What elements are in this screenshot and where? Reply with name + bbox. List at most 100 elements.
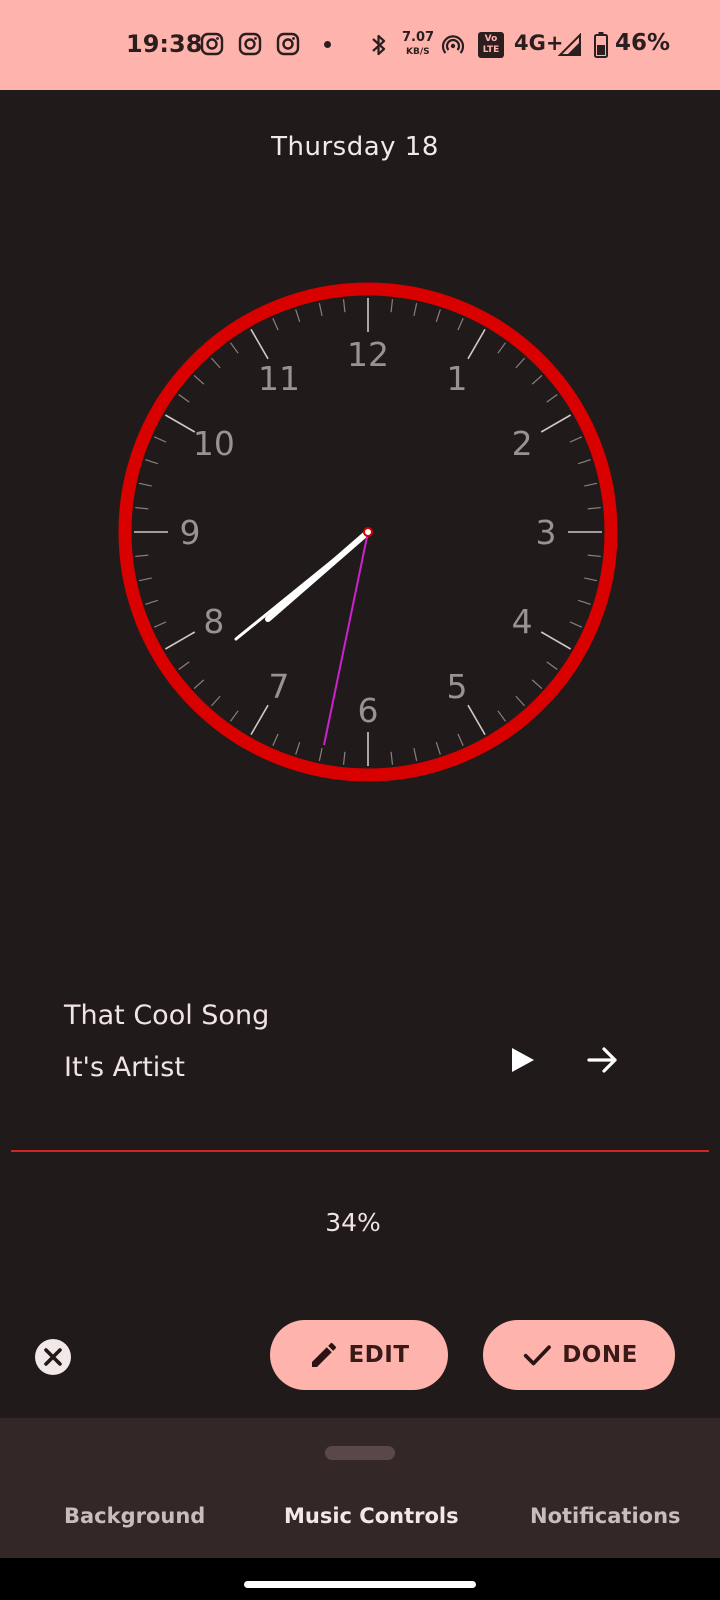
minute-tick [515, 357, 526, 369]
minute-tick [178, 661, 190, 671]
minute-tick [193, 374, 205, 385]
minute-tick [390, 299, 394, 313]
minute-tick [546, 661, 558, 671]
tab-background[interactable]: Background [64, 1504, 205, 1528]
minute-tick [435, 309, 441, 323]
instagram-icon [200, 32, 224, 56]
hour-tick [164, 414, 196, 433]
instagram-icon [238, 32, 262, 56]
clock-number: 3 [536, 513, 557, 552]
done-button[interactable]: DONE [483, 1320, 675, 1390]
battery-percent: 46% [615, 30, 671, 56]
song-title: That Cool Song [64, 1000, 270, 1031]
minute-tick [577, 599, 591, 605]
edit-button[interactable]: EDIT [270, 1320, 448, 1390]
net-speed-unit: KB/S [406, 47, 430, 57]
hour-tick [540, 414, 572, 433]
clock-number: 7 [269, 667, 290, 706]
pencil-icon [312, 1342, 337, 1367]
minute-tick [318, 302, 323, 316]
minute-tick [569, 621, 583, 628]
hour-tick [164, 631, 196, 650]
play-icon[interactable] [506, 1044, 538, 1076]
tab-music-controls[interactable]: Music Controls [284, 1504, 459, 1528]
hour-tick [250, 704, 269, 736]
minute-tick [497, 342, 507, 354]
volte-top-text: Vo [484, 34, 498, 44]
clock-number: 8 [203, 602, 224, 641]
minute-tick [178, 393, 190, 403]
clock-number: 2 [512, 424, 533, 463]
clock-number: 12 [347, 335, 389, 374]
minute-tick [138, 482, 152, 487]
check-icon [524, 1345, 552, 1366]
status-time: 19:38 [126, 30, 203, 58]
minute-tick [342, 751, 346, 765]
drag-handle[interactable] [325, 1446, 395, 1460]
bluetooth-icon [372, 34, 386, 56]
minute-tick [413, 748, 418, 762]
minute-tick [135, 506, 149, 510]
minute-tick [577, 459, 591, 465]
minute-tick [135, 554, 149, 558]
minute-tick [295, 309, 301, 323]
network-type: 4G+ [514, 31, 564, 55]
minute-tick [457, 317, 464, 331]
song-artist: It's Artist [64, 1052, 185, 1083]
clock-number: 11 [258, 359, 300, 398]
instagram-icon [276, 32, 300, 56]
clock-number: 10 [193, 424, 235, 463]
minute-tick [569, 436, 583, 443]
minute-tick [210, 695, 221, 707]
minute-tick [318, 748, 323, 762]
hour-tick [467, 704, 486, 736]
volte-icon: Vo LTE [478, 32, 504, 58]
minute-tick [193, 679, 205, 690]
minute-tick [584, 482, 598, 487]
close-icon [44, 1348, 62, 1366]
arrow-right-icon[interactable] [585, 1042, 621, 1078]
minute-tick [342, 299, 346, 313]
minute-tick [497, 710, 507, 722]
clock-number: 4 [512, 602, 533, 641]
dot-icon [324, 41, 331, 48]
minute-tick [584, 577, 598, 582]
battery-icon [594, 32, 608, 58]
edit-label: EDIT [348, 1342, 410, 1368]
net-speed-value: 7.07 [402, 30, 435, 45]
minute-tick [587, 554, 601, 558]
minute-tick [153, 621, 167, 628]
minute-tick [138, 577, 152, 582]
minute-tick [531, 679, 543, 690]
volte-bottom-text: LTE [482, 45, 500, 55]
close-button[interactable] [35, 1339, 71, 1375]
minute-tick [457, 733, 464, 747]
done-label: DONE [562, 1342, 638, 1368]
minute-tick [435, 741, 441, 755]
tab-notifications[interactable]: Notifications [530, 1504, 681, 1528]
navigation-bar [0, 1558, 720, 1600]
bottom-sheet: Background Music Controls Notifications [0, 1418, 720, 1558]
minute-tick [531, 374, 543, 385]
minute-tick [515, 695, 526, 707]
hour-tick [467, 328, 486, 360]
minute-tick [145, 459, 159, 465]
signal-icon [558, 33, 581, 56]
hour-tick [540, 631, 572, 650]
clock-number: 9 [180, 513, 201, 552]
minute-tick [153, 436, 167, 443]
minute-tick [390, 751, 394, 765]
clock-number: 5 [447, 667, 468, 706]
minute-tick [210, 357, 221, 369]
minute-tick [587, 506, 601, 510]
minute-tick [546, 393, 558, 403]
minute-tick [413, 302, 418, 316]
minute-tick [145, 599, 159, 605]
minute-tick [229, 342, 239, 354]
home-indicator[interactable] [244, 1581, 476, 1588]
battery-widget-percent: 34% [325, 1208, 381, 1237]
clock-number: 1 [447, 359, 468, 398]
minute-tick [272, 317, 279, 331]
date-label: Thursday 18 [271, 132, 439, 162]
status-bar: 19:38 7.07 KB/S Vo LTE 4G+ 46% [0, 0, 720, 90]
